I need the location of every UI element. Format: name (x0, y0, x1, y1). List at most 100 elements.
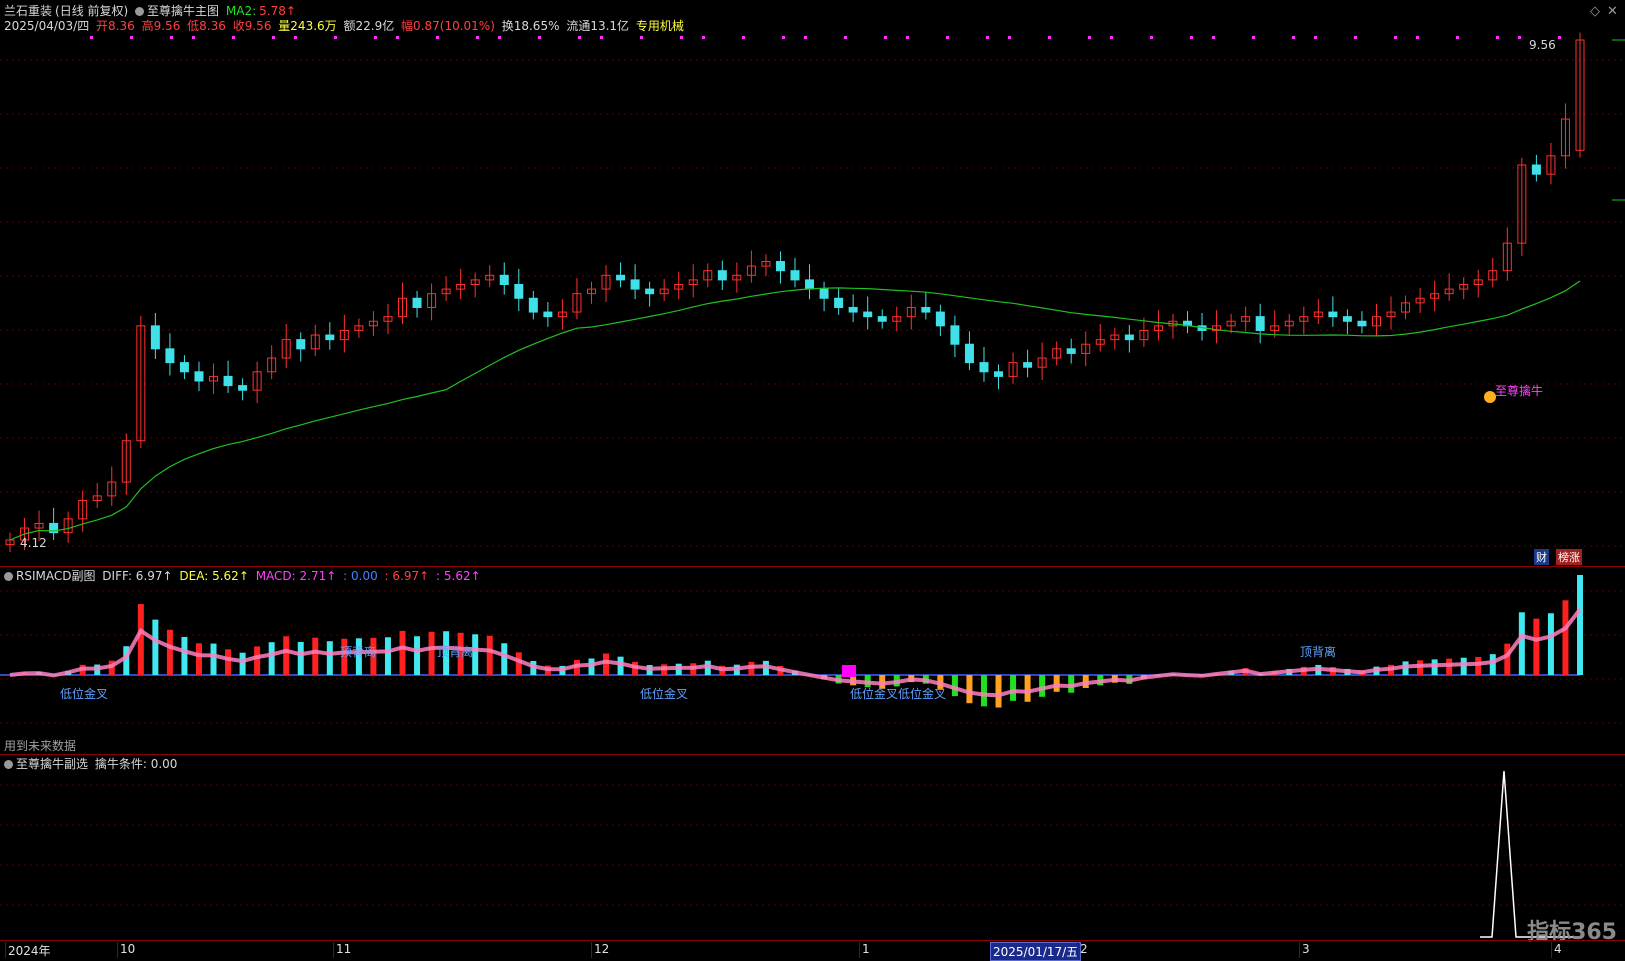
candle-body (1358, 321, 1366, 326)
quote-open: 开8.36 (96, 19, 135, 33)
period-label[interactable]: (日线 前复权) (55, 4, 128, 18)
macd-bar (1039, 675, 1045, 697)
main-header-line2: 2025/04/03/四 开8.36 高9.56 低8.36 收9.56 量24… (4, 19, 687, 33)
signal-dot (804, 36, 807, 39)
macd-bar (414, 636, 420, 675)
macd-bar (254, 646, 260, 675)
signal-dot (1314, 36, 1317, 39)
signal-dot (1456, 36, 1459, 39)
macd-bar (283, 636, 289, 675)
signal-dot (436, 36, 439, 39)
tick-oct: 10 (120, 942, 135, 956)
candle-body (617, 275, 625, 280)
quote-float-cap: 流通13.1亿 (566, 19, 629, 33)
tick-jan: 1 (862, 942, 870, 956)
rank-badge[interactable]: 榜涨 (1556, 549, 1582, 565)
candle-body (820, 289, 828, 298)
quote-change: 幅0.87(10.01%) (401, 19, 495, 33)
tick-nov: 11 (336, 942, 351, 956)
selector-panel[interactable]: 至尊擒牛副选 擒牛条件: 0.00 (0, 754, 1625, 941)
candle-body (413, 298, 421, 307)
candle-body (965, 344, 973, 362)
selector-condition: 擒牛条件: 0.00 (95, 757, 178, 771)
macd-bar (1533, 619, 1539, 675)
macd-bar (1054, 675, 1060, 692)
golden-cross-label-1: 低位金叉 (60, 685, 108, 702)
macd-name[interactable]: RSIMACD副图 (16, 569, 95, 583)
signal-dot (1048, 36, 1051, 39)
close-icon[interactable]: ✕ (1607, 4, 1618, 19)
max-price-label: 9.56 (1529, 38, 1556, 52)
candle-body (180, 363, 188, 372)
signal-dot (232, 36, 235, 39)
signal-dot (1088, 36, 1091, 39)
candle-body (718, 271, 726, 280)
macd-bar (196, 643, 202, 675)
macd-bar (298, 642, 304, 675)
quote-industry[interactable]: 专用机械 (636, 19, 684, 33)
candle-body (936, 312, 944, 326)
signal-dot (844, 36, 847, 39)
macd-bar (501, 643, 507, 675)
signal-dot (946, 36, 949, 39)
future-data-note: 用到未来数据 (4, 737, 76, 754)
macd-bar (400, 631, 406, 675)
signal-dot (1558, 36, 1561, 39)
top-divergence-label-1: 顶背离 (340, 643, 376, 660)
signal-dot (1190, 36, 1193, 39)
signal-dot (1150, 36, 1153, 39)
signal-dot (1518, 36, 1521, 39)
signal-label: 至尊擒牛 (1495, 382, 1543, 399)
macd-bar (429, 632, 435, 675)
signal-dot (1354, 36, 1357, 39)
macd-bar (1519, 612, 1525, 675)
signal-dot (294, 36, 297, 39)
selector-toggle-icon[interactable] (4, 760, 13, 769)
candle-body (631, 280, 639, 289)
candle-body (835, 298, 843, 307)
stock-name[interactable]: 兰石重装 (4, 4, 52, 18)
macd-panel[interactable]: RSIMACD副图 DIFF: 6.97↑ DEA: 5.62↑ MACD: 2… (0, 566, 1625, 755)
macd-bar (327, 641, 333, 675)
indicator-name[interactable]: 至尊擒牛主图 (147, 4, 219, 18)
main-chart-canvas[interactable] (0, 0, 1625, 566)
selector-name[interactable]: 至尊擒牛副选 (16, 757, 88, 771)
candle-body (922, 307, 930, 312)
main-chart-panel[interactable]: 兰石重装(日线 前复权) 至尊擒牛主图 MA2:5.78↑ 2025/04/03… (0, 0, 1625, 566)
signal-dot (170, 36, 173, 39)
signal-dot (1496, 36, 1499, 39)
signal-dot (538, 36, 541, 39)
macd-toggle-icon[interactable] (4, 572, 13, 581)
macd-bar (1562, 600, 1568, 675)
macd-bar (981, 675, 987, 706)
selector-canvas[interactable] (0, 755, 1625, 941)
macd-header: RSIMACD副图 DIFF: 6.97↑ DEA: 5.62↑ MACD: 2… (4, 569, 484, 583)
candle-body (529, 298, 537, 312)
candle-body (1256, 317, 1264, 331)
signal-dot (1394, 36, 1397, 39)
min-price-label: 4.12 (20, 536, 47, 550)
finance-badge[interactable]: 财 (1534, 549, 1549, 565)
macd-canvas[interactable] (0, 567, 1625, 755)
signal-dot (1292, 36, 1295, 39)
diamond-icon[interactable]: ◇ (1590, 4, 1600, 19)
macd-bar (1475, 657, 1481, 675)
signal-dot (986, 36, 989, 39)
macd-bar (1010, 675, 1016, 701)
candle-body (878, 317, 886, 322)
candle-body (864, 312, 872, 317)
signal-dot (578, 36, 581, 39)
signal-dot (90, 36, 93, 39)
signal-dot (272, 36, 275, 39)
macd-v3: : 5.62↑ (436, 569, 481, 583)
tick-apr: 4 (1554, 942, 1562, 956)
signal-dot (640, 36, 643, 39)
macd-bar (996, 675, 1002, 708)
tick-mar: 3 (1302, 942, 1310, 956)
time-axis[interactable]: 2024年 10 11 12 1 2025/01/17/五 2 3 4 (0, 940, 1625, 959)
signal-dot (906, 36, 909, 39)
signal-dot (782, 36, 785, 39)
candle-body (500, 275, 508, 284)
golden-cross-label-4: 低位金叉 (898, 685, 946, 702)
indicator-toggle-icon[interactable] (135, 7, 144, 16)
